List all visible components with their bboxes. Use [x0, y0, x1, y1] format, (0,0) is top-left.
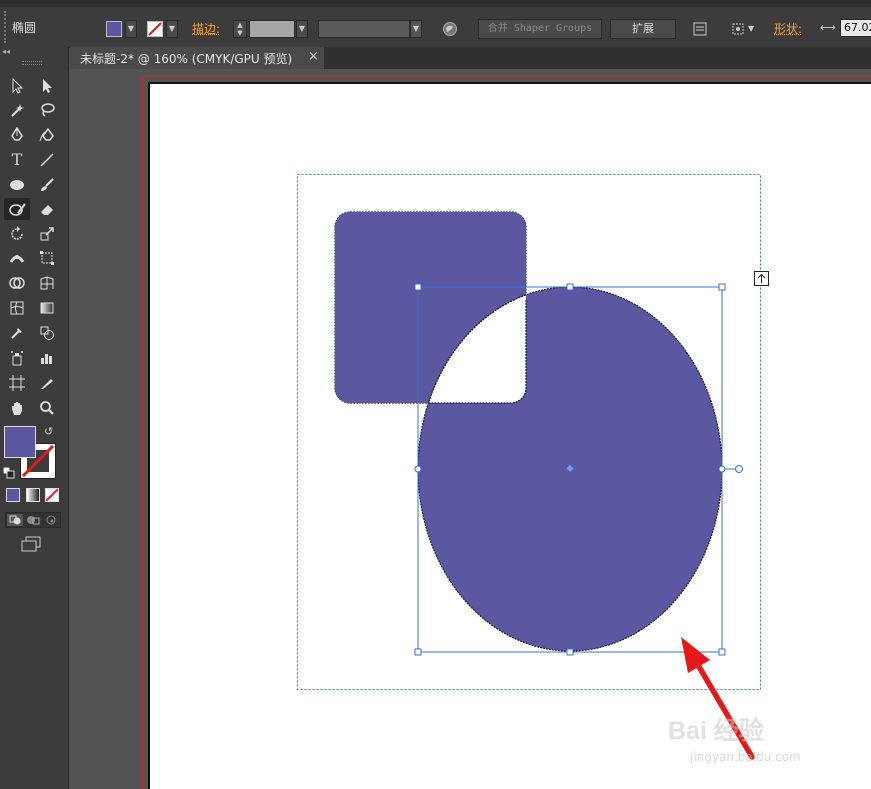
watermark-url: jingyan.baidu.com [690, 750, 801, 764]
handle-bottom-middle[interactable] [567, 649, 573, 655]
baidu-watermark: Bai 经验 [668, 711, 764, 747]
handle-bottom-right[interactable] [719, 649, 725, 655]
pie-widget-handle[interactable] [736, 466, 743, 473]
anchor-left[interactable] [415, 466, 421, 472]
handle-top-left[interactable] [415, 284, 421, 290]
anchor-right[interactable] [719, 466, 725, 472]
purple-ellipse[interactable] [335, 212, 722, 651]
artwork-layer [0, 0, 871, 789]
handle-bottom-left[interactable] [415, 649, 421, 655]
fill-color-box[interactable] [4, 426, 36, 458]
handle-top-middle[interactable] [567, 284, 573, 290]
expand-group-icon[interactable] [755, 272, 769, 286]
handle-top-right[interactable] [719, 284, 725, 290]
